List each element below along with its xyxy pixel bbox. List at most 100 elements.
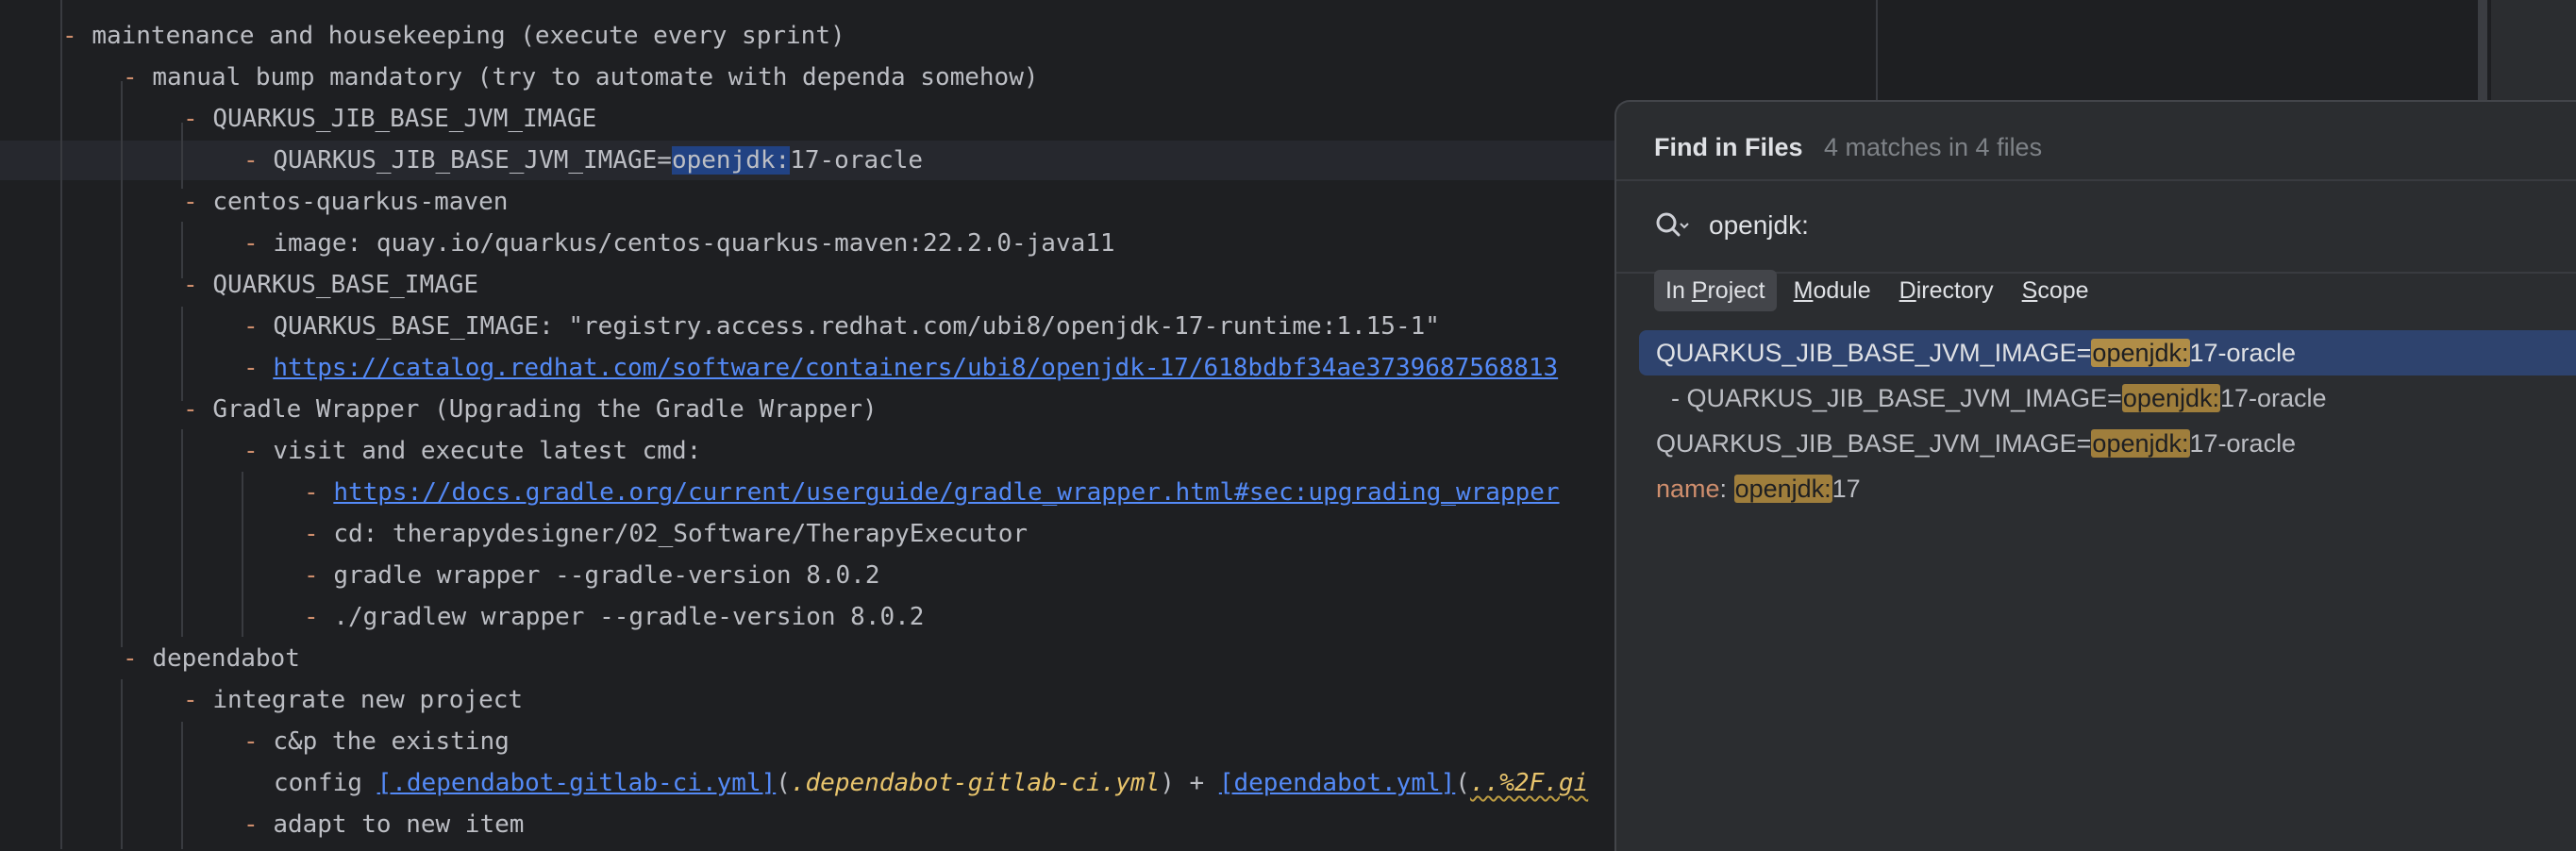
- dependabot-gitlab-ci-link[interactable]: [.dependabot-gitlab-ci.yml]: [377, 769, 777, 797]
- tab-directory[interactable]: Directory: [1888, 270, 2005, 311]
- line-text: manual bump mandatory (try to automate w…: [152, 63, 1039, 92]
- result-text: 17-oracle: [2220, 384, 2327, 412]
- code-line[interactable]: config [.dependabot-gitlab-ci.yml](.depe…: [274, 762, 1588, 804]
- code-line[interactable]: - cd: therapydesigner/02_Software/Therap…: [304, 513, 1028, 555]
- result-item[interactable]: QUARKUS_JIB_BASE_JVM_IMAGE=openjdk:17-or…: [1639, 421, 2576, 466]
- list-dash: -: [243, 146, 259, 175]
- indent-guide: [181, 429, 183, 637]
- catalog-link[interactable]: https://catalog.redhat.com/software/cont…: [273, 354, 1558, 382]
- list-dash: -: [304, 478, 319, 507]
- link-target: .dependabot-gitlab-ci.yml: [790, 769, 1161, 797]
- code-line[interactable]: - adapt to new item: [243, 804, 524, 845]
- result-item[interactable]: QUARKUS_JIB_BASE_JVM_IMAGE=openjdk:17-or…: [1639, 330, 2576, 375]
- scope-tabs: In Project Module Directory Scope: [1654, 270, 2100, 317]
- code-line[interactable]: - ./gradlew wrapper --gradle-version 8.0…: [304, 596, 924, 638]
- code-line[interactable]: - integrate new project: [183, 679, 523, 721]
- tab-label: irectory: [1915, 277, 1994, 304]
- tab-mnemonic: S: [2021, 277, 2038, 304]
- line-text: QUARKUS_JIB_BASE_JVM_IMAGE: [212, 105, 597, 133]
- code-line[interactable]: - manual bump mandatory (try to automate…: [123, 57, 1039, 98]
- tab-scope[interactable]: Scope: [2011, 270, 2100, 311]
- result-text: QUARKUS_JIB_BASE_JVM_IMAGE=: [1656, 339, 2092, 367]
- line-text: 17-oracle: [790, 146, 924, 175]
- code-line[interactable]: - visit and execute latest cmd:: [243, 430, 701, 472]
- dependabot-yml-link[interactable]: [dependabot.yml]: [1219, 769, 1455, 797]
- list-dash: -: [62, 22, 77, 50]
- code-line[interactable]: - https://catalog.redhat.com/software/co…: [243, 347, 1558, 389]
- match-highlight: openjdk:: [1733, 475, 1832, 503]
- line-text: ./gradlew wrapper --gradle-version 8.0.2: [333, 603, 925, 631]
- search-icon[interactable]: [1652, 208, 1690, 245]
- code-line[interactable]: - Gradle Wrapper (Upgrading the Gradle W…: [183, 389, 878, 430]
- result-item[interactable]: name: openjdk:17: [1639, 466, 2576, 511]
- list-dash: -: [243, 437, 259, 465]
- tab-label: In: [1665, 277, 1692, 304]
- code-line[interactable]: - centos-quarkus-maven: [183, 181, 508, 223]
- popup-header[interactable]: Find in Files 4 matches in 4 files: [1654, 128, 2042, 166]
- result-text: - QUARKUS_JIB_BASE_JVM_IMAGE=: [1671, 384, 2122, 412]
- tab-mnemonic: M: [1793, 277, 1814, 304]
- code-line[interactable]: - QUARKUS_BASE_IMAGE: "registry.access.r…: [243, 306, 1440, 347]
- list-dash: -: [123, 644, 138, 673]
- code-line[interactable]: - gradle wrapper --gradle-version 8.0.2: [304, 555, 880, 596]
- result-text: QUARKUS_JIB_BASE_JVM_IMAGE=: [1656, 429, 2092, 458]
- result-item[interactable]: - QUARKUS_JIB_BASE_JVM_IMAGE=openjdk:17-…: [1639, 375, 2576, 421]
- line-text: ) +: [1160, 769, 1219, 797]
- line-text: config: [274, 769, 377, 797]
- indent-guide: [121, 679, 123, 849]
- code-line[interactable]: - c&p the existing: [243, 721, 510, 762]
- match-highlight: openjdk:: [2091, 429, 2190, 458]
- list-dash: -: [243, 727, 259, 756]
- result-text: 17: [1832, 475, 1861, 503]
- indent-guide: [242, 472, 243, 637]
- line-text: image: quay.io/quarkus/centos-quarkus-ma…: [273, 229, 1115, 258]
- indent-guide: [181, 722, 183, 849]
- line-text: c&p the existing: [273, 727, 510, 756]
- code-line[interactable]: - QUARKUS_JIB_BASE_JVM_IMAGE=openjdk:17-…: [243, 140, 923, 181]
- gradle-docs-link[interactable]: https://docs.gradle.org/current/userguid…: [333, 478, 1559, 507]
- line-text: maintenance and housekeeping (execute ev…: [92, 22, 845, 50]
- line-text: (: [1455, 769, 1470, 797]
- line-text: (: [776, 769, 791, 797]
- code-line[interactable]: - QUARKUS_JIB_BASE_JVM_IMAGE: [183, 98, 596, 140]
- tab-module[interactable]: Module: [1782, 270, 1882, 311]
- tab-label: roject: [1707, 277, 1765, 304]
- find-in-files-popup[interactable]: Find in Files 4 matches in 4 files In Pr…: [1614, 100, 2576, 851]
- search-row: [1616, 179, 2576, 274]
- tab-mnemonic: D: [1899, 277, 1916, 304]
- match-highlight: openjdk:: [2121, 384, 2220, 412]
- list-dash: -: [183, 271, 198, 299]
- code-line[interactable]: - maintenance and housekeeping (execute …: [62, 15, 845, 57]
- tab-label: cope: [2037, 277, 2089, 304]
- list-dash: -: [304, 520, 319, 548]
- line-text: Gradle Wrapper (Upgrading the Gradle Wra…: [212, 395, 878, 424]
- line-text: QUARKUS_BASE_IMAGE: "registry.access.red…: [273, 312, 1440, 341]
- list-dash: -: [304, 561, 319, 590]
- indent-guide: [121, 81, 123, 647]
- yaml-key: name: [1656, 475, 1720, 503]
- line-text: adapt to new item: [273, 810, 525, 839]
- result-text: :: [1719, 475, 1734, 503]
- code-line[interactable]: - image: quay.io/quarkus/centos-quarkus-…: [243, 223, 1115, 264]
- tab-in-project[interactable]: In Project: [1654, 270, 1777, 311]
- list-dash: -: [183, 686, 198, 714]
- line-text: dependabot: [152, 644, 300, 673]
- code-line[interactable]: - https://docs.gradle.org/current/usergu…: [304, 472, 1560, 513]
- list-dash: -: [183, 395, 198, 424]
- selected-text: openjdk:: [671, 146, 791, 175]
- list-dash: -: [183, 105, 198, 133]
- line-text: integrate new project: [212, 686, 524, 714]
- results-list: QUARKUS_JIB_BASE_JVM_IMAGE=openjdk:17-or…: [1639, 330, 2576, 511]
- list-dash: -: [243, 312, 259, 341]
- indent-guide: [60, 0, 62, 849]
- code-line[interactable]: - QUARKUS_BASE_IMAGE: [183, 264, 478, 306]
- line-text: centos-quarkus-maven: [212, 188, 509, 216]
- code-line[interactable]: - dependabot: [123, 638, 300, 679]
- search-input[interactable]: [1709, 204, 2539, 247]
- list-dash: -: [243, 354, 259, 382]
- line-text: visit and execute latest cmd:: [273, 437, 702, 465]
- result-text: 17-oracle: [2189, 429, 2297, 458]
- line-text: gradle wrapper --gradle-version 8.0.2: [333, 561, 880, 590]
- indent-guide: [181, 307, 183, 401]
- line-text: QUARKUS_JIB_BASE_JVM_IMAGE=: [273, 146, 672, 175]
